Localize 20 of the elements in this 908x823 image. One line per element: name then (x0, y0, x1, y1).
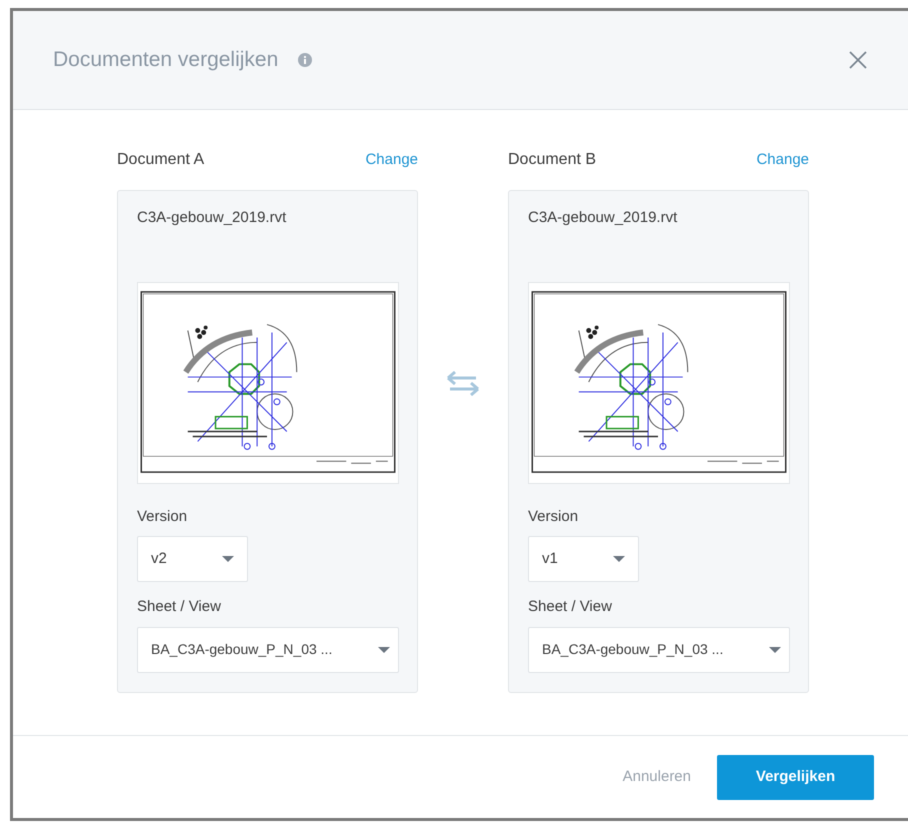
sheet-view-label: Sheet / View (137, 597, 222, 617)
file-name: C3A-gebouw_2019.rvt (137, 208, 288, 228)
caret-icon (613, 556, 625, 562)
swap-arrows-icon (446, 370, 480, 396)
sheet-view-dropdown[interactable]: BA_C3A-gebouw_P_N_03 ... (137, 626, 399, 672)
file-name: C3A-gebouw_2019.rvt (528, 208, 678, 228)
version-label: Version (528, 506, 580, 526)
close-icon (848, 50, 868, 70)
document-label: Document B (508, 150, 596, 170)
info-icon (298, 53, 312, 67)
caret-icon (769, 646, 781, 652)
caret-icon (378, 646, 390, 652)
document-label: Document A (117, 150, 204, 170)
sheet-view-dropdown[interactable]: BA_C3A-gebouw_P_N_03 ... (528, 626, 790, 672)
version-dropdown[interactable]: v2 (137, 536, 248, 582)
version-label: Version (137, 506, 188, 526)
version-dropdown[interactable]: v1 (528, 536, 639, 582)
dialog-title: Documenten vergelijken (53, 47, 278, 74)
sheet-view-label: Sheet / View (528, 597, 613, 617)
caret-icon (222, 556, 234, 562)
